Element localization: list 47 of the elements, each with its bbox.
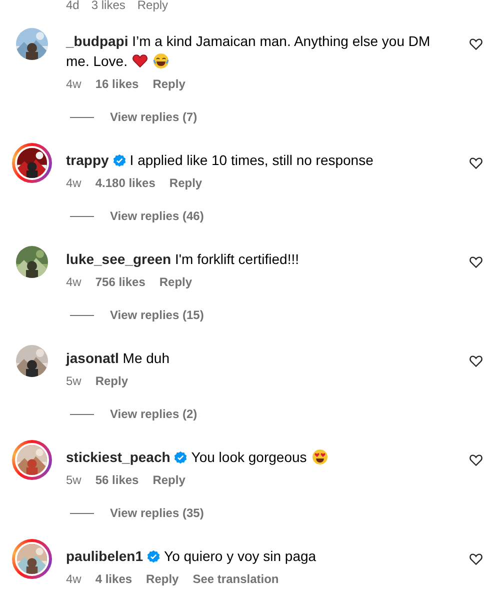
view-replies-button[interactable]: View replies (46) [110,207,204,225]
see-translation-link[interactable]: See translation [192,570,279,588]
comment-text: _budpapi I’m a kind Jamaican man. Anything else you DM me. Love. [66,32,432,71]
timestamp: 4w [66,175,82,192]
username[interactable]: paulibelen1 [66,548,144,564]
reply-button[interactable]: Reply [169,174,202,192]
reply-button[interactable]: Reply [95,372,128,390]
reply-button[interactable]: Reply [152,471,186,489]
view-replies-button[interactable]: View replies (7) [110,108,198,126]
comment-text: You look gorgeous [191,449,307,465]
timestamp: 4w [66,76,82,93]
timestamp: 4w [66,571,82,588]
comment-text: jasonatl Me duh [66,349,170,368]
like-count: 16 likes [95,76,139,93]
like-heart-icon[interactable] [469,552,483,566]
story-ring[interactable] [12,143,52,183]
like-heart-icon[interactable] [469,37,483,51]
username[interactable]: stickiest_peach [66,449,170,465]
view-replies-button[interactable]: View replies (15) [110,306,204,324]
username[interactable]: trappy [66,152,109,168]
comment-text: I applied like 10 times, still no response [130,152,374,168]
reply-button[interactable]: Reply [146,570,179,588]
like-count: 4.180 likes [95,175,156,192]
like-heart-icon[interactable] [469,255,483,269]
timestamp: 4w [66,274,82,291]
comment-text: luke_see_green I'm forklift certified!!! [66,250,300,269]
like-count: 756 likes [95,274,146,291]
like-count: 3 likes [91,0,126,11]
laughing-face-icon [153,53,170,69]
like-heart-icon[interactable] [469,453,483,467]
reply-button[interactable]: Reply [159,273,192,291]
view-replies-button[interactable]: View replies (2) [110,405,198,423]
story-ring[interactable] [12,539,52,579]
reply-button[interactable]: Reply [137,0,168,11]
like-heart-icon[interactable] [469,156,483,170]
like-count: 56 likes [95,472,139,489]
timestamp: 4d [66,0,80,11]
like-heart-icon[interactable] [469,354,483,368]
comment-text: Yo quiero y voy sin paga [164,548,316,564]
heart-icon [132,53,148,69]
timestamp: 5w [66,373,82,390]
view-replies-button[interactable]: View replies (35) [110,504,204,522]
heart-eyes-face-icon [312,449,328,465]
timestamp: 5w [66,472,82,489]
story-ring[interactable] [12,440,52,480]
like-count: 4 likes [95,571,132,588]
reply-button[interactable]: Reply [152,75,186,93]
